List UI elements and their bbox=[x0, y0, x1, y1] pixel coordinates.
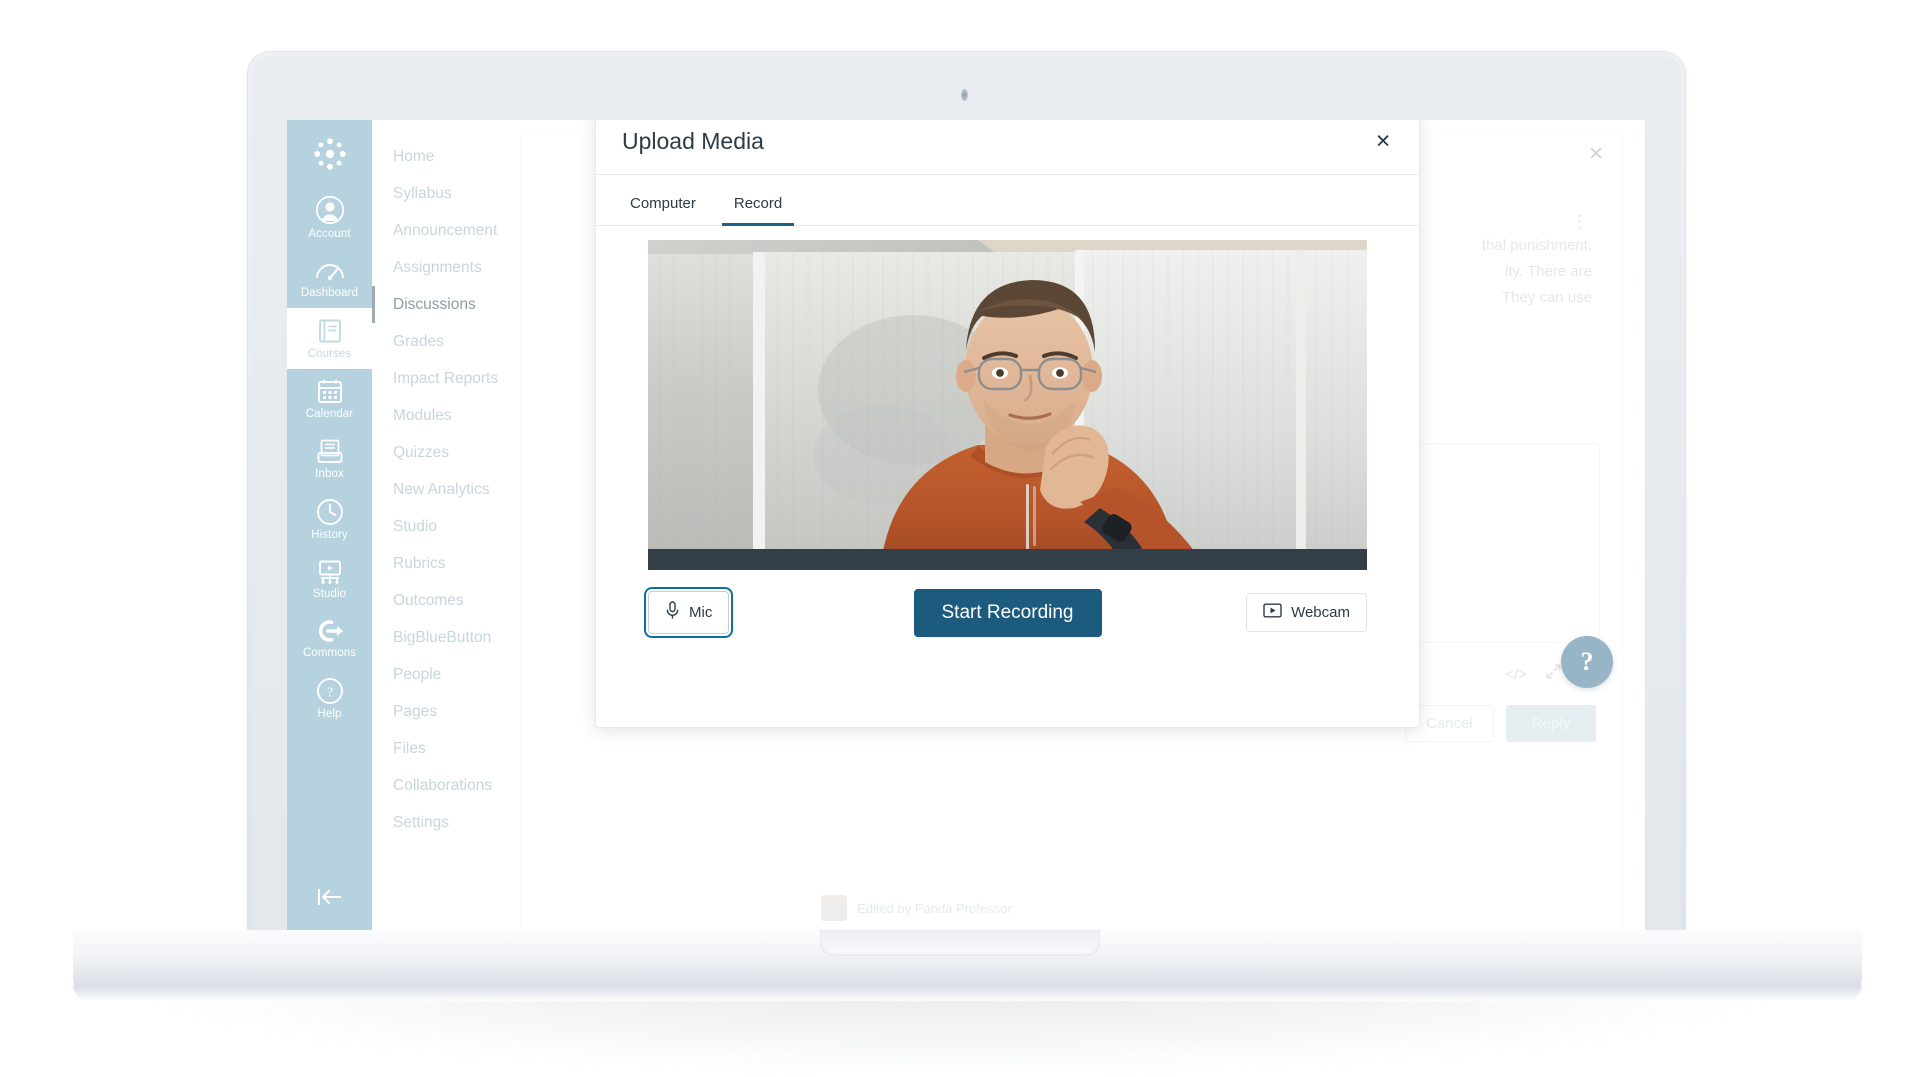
course-nav-item-modules[interactable]: Modules bbox=[372, 397, 498, 434]
sidebar-item-dashboard[interactable]: Dashboard bbox=[287, 249, 372, 308]
modal-body: Mic Start Recording Webcam bbox=[596, 226, 1419, 727]
mic-button-label: Mic bbox=[689, 604, 713, 621]
edited-by-row: Edited by Panda Professor bbox=[821, 895, 1012, 921]
microphone-icon bbox=[665, 601, 680, 624]
course-nav-item-new-analytics[interactable]: New Analytics bbox=[372, 471, 498, 508]
courses-book-icon bbox=[316, 317, 344, 345]
help-question-icon: ? bbox=[316, 677, 344, 705]
edited-by-label: Edited by Panda Professor bbox=[857, 900, 1012, 916]
webcam-button[interactable]: Webcam bbox=[1246, 593, 1367, 632]
expand-arrows-icon[interactable] bbox=[1545, 663, 1562, 685]
webcam-play-icon bbox=[1263, 603, 1282, 622]
inbox-icon bbox=[316, 438, 344, 465]
sidebar-item-label: Calendar bbox=[305, 408, 354, 420]
clock-icon bbox=[316, 498, 344, 526]
course-nav-item-rubrics[interactable]: Rubrics bbox=[372, 545, 498, 582]
start-recording-button[interactable]: Start Recording bbox=[913, 588, 1102, 637]
sidebar-item-history[interactable]: History bbox=[287, 489, 372, 550]
course-nav-item-bigbluebutton[interactable]: BigBlueButton bbox=[372, 619, 498, 656]
sidebar-item-studio[interactable]: Studio bbox=[287, 550, 372, 609]
collapse-left-arrow-icon bbox=[314, 886, 346, 908]
dashboard-icon bbox=[315, 258, 345, 284]
svg-text:?: ? bbox=[326, 686, 332, 701]
mic-button[interactable]: Mic bbox=[643, 587, 734, 638]
course-nav-item-grades[interactable]: Grades bbox=[372, 323, 498, 360]
course-nav-item-files[interactable]: Files bbox=[372, 730, 498, 767]
more-options-icon[interactable]: ⋮ bbox=[1571, 213, 1588, 230]
course-nav-item-announcements[interactable]: Announcements bbox=[372, 212, 505, 249]
course-nav-item-collaborations[interactable]: Collaborations bbox=[372, 767, 498, 804]
studio-icon bbox=[315, 559, 345, 585]
canvas-logo[interactable] bbox=[287, 120, 372, 186]
sidebar-item-courses[interactable]: Courses bbox=[287, 308, 372, 369]
webcam-video-frame bbox=[648, 240, 1367, 570]
discussion-text-line: ity. There are bbox=[1505, 263, 1592, 280]
course-nav-item-assignments[interactable]: Assignments bbox=[372, 249, 498, 286]
course-nav-item-discussions[interactable]: Discussions bbox=[372, 286, 498, 323]
page-title: Upload Media bbox=[622, 128, 764, 154]
close-icon[interactable]: ✕ bbox=[1369, 126, 1397, 157]
sidebar-item-label: Studio bbox=[312, 588, 347, 600]
help-question-icon: ? bbox=[1580, 647, 1594, 676]
recording-controls: Mic Start Recording Webcam bbox=[643, 587, 1367, 638]
sidebar-item-help[interactable]: ? Help bbox=[287, 668, 372, 729]
sidebar-item-label: Commons bbox=[302, 647, 357, 659]
reply-actions: Cancel Reply bbox=[1404, 705, 1596, 742]
canvas-logo-icon bbox=[312, 136, 348, 172]
sidebar-item-account[interactable]: Account bbox=[287, 186, 372, 249]
course-nav-item-quizzes[interactable]: Quizzes bbox=[372, 434, 498, 471]
course-nav-item-outcomes[interactable]: Outcomes bbox=[372, 582, 498, 619]
avatar bbox=[821, 895, 847, 921]
course-nav-item-pages[interactable]: Pages bbox=[372, 693, 498, 730]
course-nav-item-people[interactable]: People bbox=[372, 656, 498, 693]
sidebar-item-label: Courses bbox=[307, 348, 352, 360]
account-avatar-icon bbox=[315, 195, 345, 225]
reply-button[interactable]: Reply bbox=[1505, 705, 1596, 742]
sidebar-item-inbox[interactable]: Inbox bbox=[287, 429, 372, 489]
upload-media-modal: Upload Media ✕ Computer Record Mic Start… bbox=[595, 120, 1420, 728]
course-nav-item-syllabus[interactable]: Syllabus bbox=[372, 175, 498, 212]
laptop-base-lip bbox=[73, 985, 1862, 1001]
modal-header: Upload Media ✕ bbox=[596, 120, 1419, 175]
sidebar-item-calendar[interactable]: Calendar bbox=[287, 369, 372, 429]
laptop-camera-icon bbox=[961, 89, 968, 101]
video-bottom-bar bbox=[648, 549, 1367, 570]
collapse-sidebar-button[interactable] bbox=[287, 877, 372, 930]
laptop-mockup: Account Dashboard Courses Calendar Inbox… bbox=[0, 0, 1920, 1077]
course-nav-item-impact-reports[interactable]: Impact Reports bbox=[372, 360, 498, 397]
tab-record[interactable]: Record bbox=[721, 189, 795, 226]
modal-tabs: Computer Record bbox=[596, 175, 1419, 226]
laptop-base-notch bbox=[820, 930, 1100, 956]
discussion-page-body: ✕ ⋮ thal punishment. ity. There are They… bbox=[498, 120, 1645, 930]
webcam-video-preview bbox=[648, 240, 1367, 570]
sidebar-item-label: Dashboard bbox=[300, 287, 359, 299]
commons-arrow-icon bbox=[315, 618, 345, 644]
sidebar-item-commons[interactable]: Commons bbox=[287, 609, 372, 668]
course-nav-item-home[interactable]: Home bbox=[372, 138, 498, 175]
laptop-screen: Account Dashboard Courses Calendar Inbox… bbox=[287, 120, 1645, 930]
course-nav-item-settings[interactable]: Settings bbox=[372, 804, 498, 841]
course-nav-item-studio[interactable]: Studio bbox=[372, 508, 498, 545]
discussion-text-line: They can use bbox=[1501, 289, 1592, 306]
sidebar-item-label: Account bbox=[308, 228, 351, 240]
course-navigation-menu: Home Syllabus Announcements Assignments … bbox=[372, 120, 505, 930]
global-navigation-sidebar: Account Dashboard Courses Calendar Inbox… bbox=[287, 120, 372, 930]
webcam-button-label: Webcam bbox=[1291, 604, 1350, 621]
tab-computer[interactable]: Computer bbox=[618, 189, 708, 226]
discussion-text-line: thal punishment. bbox=[1481, 237, 1592, 254]
calendar-icon bbox=[316, 378, 344, 405]
close-icon[interactable]: ✕ bbox=[1588, 143, 1604, 166]
sidebar-item-label: Help bbox=[317, 708, 342, 720]
code-embed-icon[interactable]: </> bbox=[1505, 666, 1527, 683]
sidebar-item-label: History bbox=[311, 529, 348, 541]
sidebar-item-label: Inbox bbox=[315, 468, 344, 480]
help-bubble-button[interactable]: ? bbox=[1561, 636, 1613, 688]
